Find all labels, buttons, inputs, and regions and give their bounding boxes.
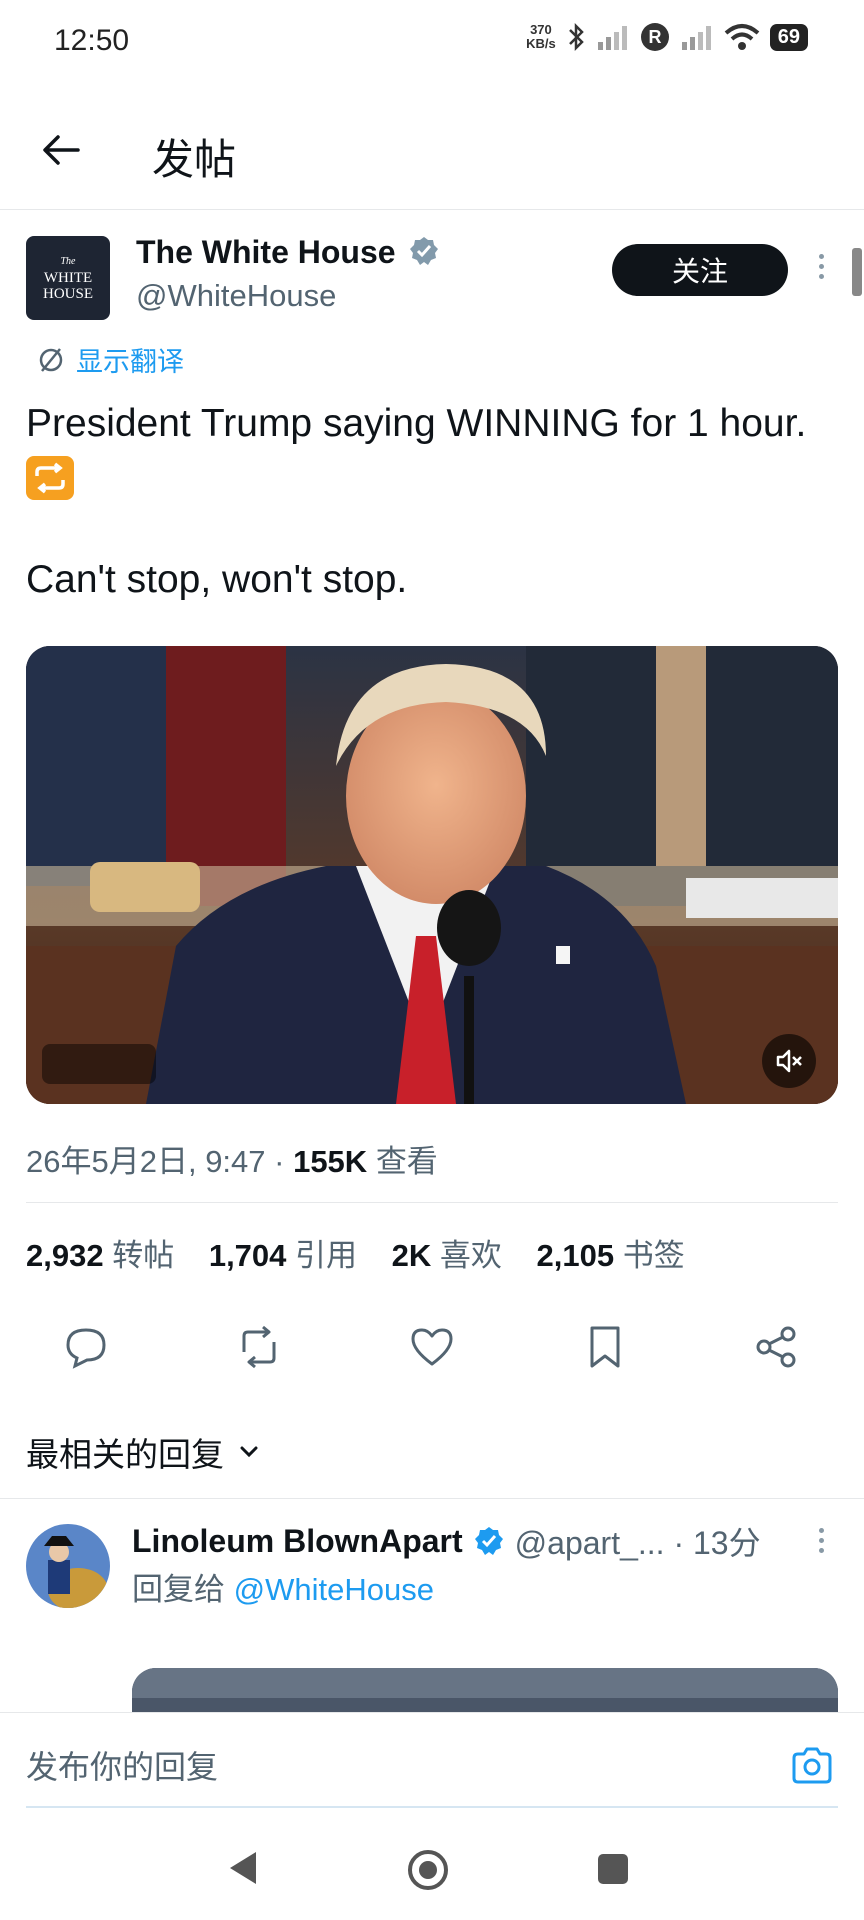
mute-button[interactable] [762, 1034, 816, 1088]
network-speed-value: 370 [530, 22, 552, 37]
quotes-label: 引用 [295, 1238, 358, 1273]
bookmarks-count: 2,105 [536, 1238, 615, 1273]
bookmark-icon[interactable] [580, 1322, 630, 1372]
likes-stat[interactable]: 2K 喜欢 [392, 1238, 502, 1273]
avatar[interactable]: The WHITE HOUSE [26, 236, 110, 320]
network-speed-unit: KB/s [526, 36, 556, 51]
repost-icon[interactable] [234, 1322, 284, 1372]
avatar-text-the: The [60, 256, 76, 267]
wifi-icon [724, 24, 760, 50]
reposts-stat[interactable]: 2,932 转帖 [26, 1238, 174, 1273]
page-title: 发帖 [152, 136, 237, 183]
tweet-text-line-1: President Trump saying WINNING for 1 hou… [26, 402, 807, 445]
signal-icon [597, 26, 627, 50]
volume-mute-icon [776, 1049, 802, 1073]
verified-badge-icon [474, 1527, 503, 1555]
comment-icon[interactable] [61, 1322, 111, 1372]
more-options-icon[interactable] [816, 254, 826, 279]
repeat-emoji-icon [26, 456, 74, 500]
reply-input[interactable]: 发布你的回复 [26, 1742, 218, 1788]
reply-handle-time: @apart_... · 13分 [514, 1525, 761, 1561]
translate-label: 显示翻译 [76, 347, 184, 377]
views-label: 查看 [375, 1144, 438, 1179]
header-divider [0, 209, 864, 210]
bookmarks-label: 书签 [622, 1238, 685, 1273]
registered-icon: R [640, 23, 669, 51]
reply-author-name: Linoleum BlownApart [132, 1522, 463, 1559]
reply-avatar[interactable] [26, 1524, 110, 1608]
quotes-stat[interactable]: 1,704 引用 [209, 1238, 357, 1273]
arrow-left-icon[interactable] [38, 128, 82, 172]
translate-link[interactable]: 显示翻译 [36, 340, 184, 379]
battery-indicator: 69 [769, 23, 808, 51]
nav-back-icon[interactable] [226, 1848, 260, 1888]
likes-label: 喜欢 [439, 1238, 502, 1273]
translate-icon [39, 347, 63, 372]
avatar-text-house: HOUSE [42, 286, 93, 302]
author-handle[interactable]: @WhiteHouse [136, 278, 336, 314]
reply-prefix: 回复给 [132, 1572, 225, 1607]
status-icons: 370 KB/s R 69 [526, 22, 808, 52]
video-frame [26, 646, 838, 1104]
avatar-text-white: WHITE [43, 270, 93, 286]
reply-more-options-icon[interactable] [816, 1528, 826, 1553]
stats-divider [26, 1202, 838, 1203]
likes-count: 2K [391, 1238, 432, 1273]
video-progress-pill [42, 1044, 156, 1084]
replies-sort-dropdown[interactable]: 最相关的回复 [26, 1428, 262, 1476]
follow-button[interactable]: 关注 [612, 244, 788, 296]
author-name[interactable]: The White House [136, 234, 440, 271]
share-icon[interactable] [752, 1322, 802, 1372]
tweet-timestamp: 26年5月2日, 9:47 · 155K 查看 [26, 1136, 438, 1181]
nav-recents-icon[interactable] [596, 1852, 630, 1886]
compose-underline [26, 1806, 838, 1808]
reply-author[interactable]: Linoleum BlownApart @apart_... · 13分 [132, 1518, 761, 1564]
signal-icon-2 [681, 26, 711, 50]
replies-divider [0, 1498, 864, 1499]
views-count: 155K [293, 1144, 368, 1179]
tweet-video[interactable] [26, 646, 838, 1104]
bookmarks-stat[interactable]: 2,105 书签 [537, 1238, 685, 1273]
tweet-stats: 2,932 转帖 1,704 引用 2K 喜欢 2,105 书签 [26, 1230, 685, 1275]
network-speed: 370 KB/s [526, 23, 556, 51]
reply-to: 回复给 @WhiteHouse [132, 1564, 434, 1609]
replies-sort-label: 最相关的回复 [26, 1436, 224, 1473]
verified-badge-icon [410, 237, 439, 265]
heart-icon[interactable] [407, 1322, 457, 1372]
camera-icon[interactable] [790, 1746, 834, 1786]
chevron-down-icon [240, 1446, 258, 1458]
svg-text:R: R [648, 27, 661, 47]
status-time: 12:50 [54, 24, 130, 57]
tweet-text-line-2: Can't stop, won't stop. [26, 558, 408, 601]
bluetooth-icon [568, 22, 584, 52]
quotes-count: 1,704 [208, 1238, 287, 1273]
scrollbar[interactable] [852, 248, 862, 296]
reposts-label: 转帖 [112, 1238, 175, 1273]
nav-home-icon[interactable] [406, 1848, 450, 1892]
reposts-count: 2,932 [26, 1238, 104, 1273]
timestamp-text: 26年5月2日, 9:47 · [26, 1144, 294, 1179]
reply-target-link[interactable]: @WhiteHouse [234, 1572, 434, 1607]
compose-divider [0, 1712, 864, 1713]
author-name-text: The White House [136, 234, 396, 270]
